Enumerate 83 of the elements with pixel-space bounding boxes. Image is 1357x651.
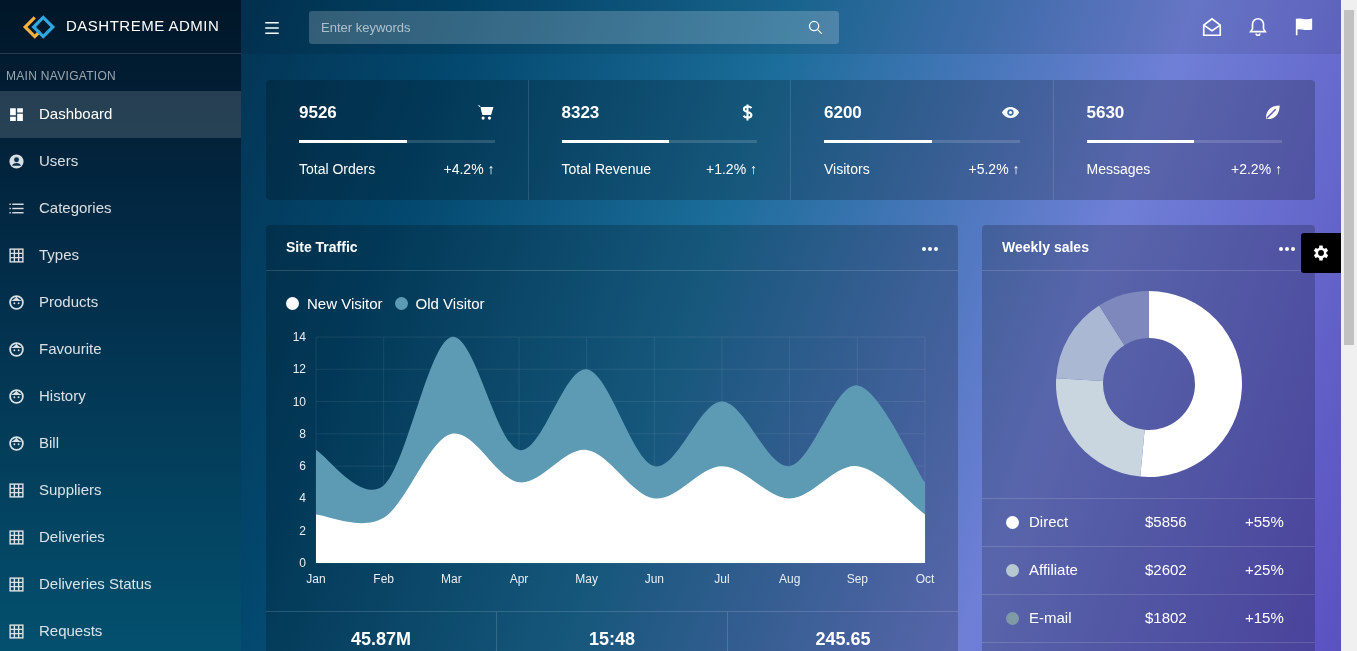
legend-label: New Visitor [307, 293, 383, 314]
face-icon [8, 388, 25, 405]
logo-icon [22, 13, 56, 40]
more-icon [922, 245, 938, 252]
x-tick-label: Jan [306, 572, 326, 586]
nav-item[interactable]: Suppliers [0, 467, 241, 514]
y-tick-label: 8 [299, 426, 306, 441]
channel-name: Affiliate [1029, 559, 1079, 580]
x-tick-label: Feb [373, 572, 394, 586]
notification-icon[interactable] [1247, 16, 1269, 38]
stat-value: 6200 [824, 102, 862, 124]
summary-value: 245.65 [814, 628, 872, 651]
summary-value: 45.87M [266, 612, 497, 651]
x-tick-label: Aug [779, 572, 801, 586]
nav-heading: MAIN NAVIGATION [5, 68, 118, 85]
settings-icon [1311, 243, 1331, 263]
sales-amount: $5856 [1145, 511, 1188, 532]
nav-item[interactable]: Categories [0, 185, 241, 232]
y-tick-label: 10 [292, 394, 306, 409]
nav-item[interactable]: Requests [0, 608, 241, 651]
grid-icon [8, 247, 25, 264]
card-title: Site Traffic [286, 237, 358, 257]
nav-item[interactable]: Favourite [0, 326, 241, 373]
cart-icon [475, 103, 495, 123]
grid-icon [8, 482, 25, 499]
stat-value: 9526 [299, 102, 337, 124]
nav-item[interactable]: Bill [0, 420, 241, 467]
stat-value: 5630 [1086, 102, 1125, 124]
y-tick-label: 4 [299, 491, 306, 506]
brand-title: DASHTREME ADMIN [66, 16, 220, 37]
mail-icon[interactable] [1201, 16, 1223, 38]
y-tick-label: 2 [299, 523, 306, 538]
x-tick-label: Jun [644, 572, 664, 586]
sales-change: +15% [1245, 607, 1284, 628]
flag-icon[interactable] [1293, 16, 1315, 38]
search-icon [807, 18, 824, 36]
face-icon [8, 435, 25, 452]
scrollbar-thumb[interactable] [1344, 10, 1354, 345]
nav-item[interactable]: Deliveries [0, 514, 241, 561]
stat-change: +5.2% ↑ [968, 159, 1020, 179]
face-icon [8, 294, 25, 311]
y-tick-label: 12 [292, 362, 306, 377]
sales-amount: $2602 [1145, 559, 1188, 580]
y-tick-label: 0 [299, 556, 306, 570]
legend-label: Old Visitor [415, 293, 485, 314]
sales-change: +55% [1245, 511, 1284, 532]
grid-icon [8, 576, 25, 593]
user-icon [8, 153, 25, 170]
nav-item[interactable]: Types [0, 232, 241, 279]
nav-item[interactable]: Deliveries Status [0, 561, 241, 608]
x-tick-label: Oct [915, 572, 935, 586]
x-tick-label: Sep [846, 572, 868, 586]
stat-value: 8323 [561, 102, 600, 124]
sales-amount: $1802 [1145, 607, 1188, 628]
nav-item[interactable]: Users [0, 138, 241, 185]
card-title: Weekly sales [1002, 237, 1089, 257]
x-tick-label: May [575, 572, 598, 586]
stat-change: +1.2% ↑ [706, 159, 757, 179]
x-tick-label: Mar [441, 572, 462, 586]
stat-label: Visitors [824, 159, 870, 179]
scrollbar[interactable] [1341, 0, 1357, 651]
channel-name: Direct [1029, 511, 1070, 532]
stat-label: Total Orders [299, 159, 376, 179]
x-tick-label: Jul [714, 572, 730, 586]
dashboard-icon [8, 106, 25, 123]
nav-item[interactable]: Products [0, 279, 241, 326]
nav-item[interactable]: History [0, 373, 241, 420]
nav-item[interactable]: Dashboard [0, 91, 241, 138]
sales-change: +25% [1245, 559, 1284, 580]
grid-icon [8, 623, 25, 640]
stat-change: +4.2% ↑ [443, 159, 495, 179]
settings-button[interactable] [1301, 233, 1341, 273]
stat-label: Total Revenue [561, 159, 651, 179]
y-tick-label: 6 [299, 459, 306, 474]
y-tick-label: 14 [292, 330, 306, 344]
grid-icon [8, 529, 25, 546]
stat-change: +2.2% ↑ [1231, 159, 1282, 179]
stat-label: Messages [1086, 159, 1151, 179]
channel-name: E-mail [1029, 607, 1073, 628]
more-icon [1279, 245, 1295, 252]
x-tick-label: Apr [509, 572, 529, 586]
face-icon [8, 341, 25, 358]
summary-value: 15:48 [497, 612, 728, 651]
